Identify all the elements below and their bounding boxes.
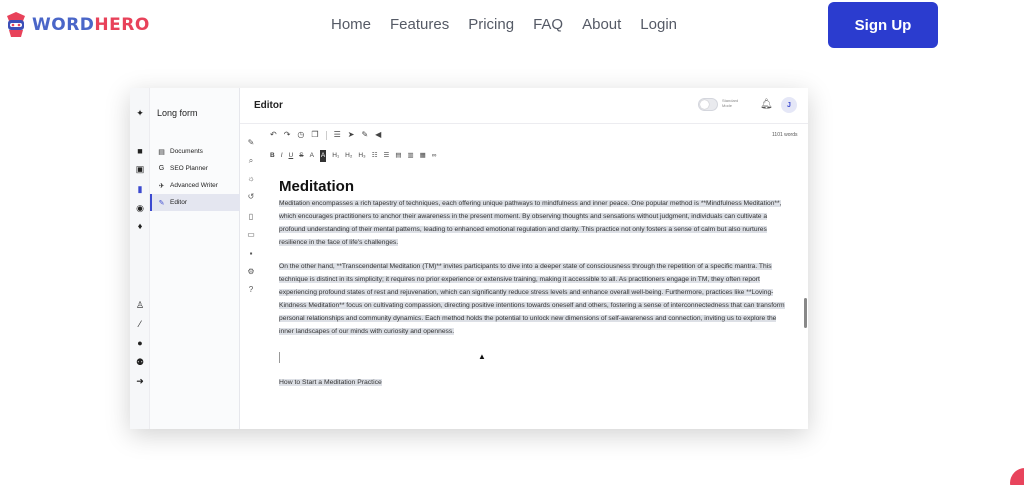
editor-scrollbar[interactable] <box>804 298 807 328</box>
users-icon[interactable]: ⚉ <box>135 357 145 367</box>
italic-button[interactable]: I <box>281 150 283 162</box>
pencil-icon[interactable]: ✎ <box>361 129 368 141</box>
folder-icon[interactable]: ▭ <box>246 230 256 240</box>
document-paragraph: On the other hand, **Transcendental Medi… <box>279 263 785 335</box>
nav-link-home[interactable]: Home <box>331 15 371 35</box>
format-toolbar: B I U S A A H₁ H₂ H₃ ☷ ☰ ▤ ▥ ▦ ∞ <box>270 150 442 162</box>
page-title: Editor <box>254 100 283 111</box>
text-color-button[interactable]: A <box>310 150 314 162</box>
redo-icon[interactable]: ↷ <box>284 129 291 141</box>
megaphone-icon[interactable]: ◀ <box>375 129 381 141</box>
pen-icon: ✎ <box>158 199 165 207</box>
toolbar-divider <box>325 130 327 140</box>
sidebar: Long form ▤ Documents G SEO Planner ✈ Ad… <box>150 88 240 429</box>
microphone-icon[interactable]: ♦ <box>135 221 145 231</box>
logout-icon[interactable]: ➜ <box>135 376 145 386</box>
sidebar-title: Long form <box>157 108 198 118</box>
google-icon: G <box>158 165 165 172</box>
word-count: 1101 words <box>772 132 798 138</box>
nav-link-login[interactable]: Login <box>640 15 677 35</box>
undo-icon[interactable]: ↶ <box>270 129 277 141</box>
sidebar-item-documents[interactable]: ▤ Documents <box>150 143 240 160</box>
mouse-cursor-icon: ▲ <box>478 352 486 361</box>
align-left-icon[interactable]: ▤ <box>395 150 401 162</box>
heading-3-button[interactable]: H₃ <box>358 150 365 162</box>
brand-logo[interactable]: WORDHERO <box>4 10 150 40</box>
document-title: Meditation <box>279 178 354 195</box>
bold-button[interactable]: B <box>270 150 275 162</box>
app-logo-icon: ✦ <box>136 108 144 118</box>
main-nav: Home Features Pricing FAQ About Login <box>331 15 696 35</box>
document-paragraph: Meditation encompasses a rich tapestry o… <box>279 200 782 246</box>
nav-link-features[interactable]: Features <box>390 15 449 35</box>
avatar[interactable]: J <box>781 97 797 113</box>
copy-icon[interactable]: ❐ <box>311 129 318 141</box>
sidebar-item-label: Advanced Writer <box>170 182 218 189</box>
home-icon[interactable]: ■ <box>135 146 145 156</box>
sidebar-item-label: Editor <box>170 199 187 206</box>
mode-toggle-label: Standard Mode <box>722 98 739 108</box>
text-cursor <box>279 352 280 363</box>
editor-tool-column: ✎ ⌕ ☼ ↺ ▯ ▭ ▪ ⚙ ? <box>240 126 262 429</box>
top-navbar: WORDHERO Home Features Pricing FAQ About… <box>0 0 1024 50</box>
editor-document[interactable]: Meditation Meditation encompasses a rich… <box>279 178 791 386</box>
brand-name: WORDHERO <box>32 15 150 35</box>
document-icon[interactable]: ▮ <box>135 184 145 194</box>
palette-icon[interactable]: ◉ <box>135 203 145 213</box>
align-center-icon[interactable]: ▥ <box>408 150 414 162</box>
help-icon[interactable]: ● <box>135 338 145 348</box>
editor-toolbar: ↶ ↷ ◷ ❐ ☰ ➤ ✎ ◀ <box>270 129 388 141</box>
lightbulb-icon[interactable]: ☼ <box>246 174 256 184</box>
person-icon[interactable]: ♙ <box>135 300 145 310</box>
clock-icon[interactable]: ◷ <box>297 129 304 141</box>
hero-mascot-icon <box>7 12 25 37</box>
document-subheading: How to Start a Meditation Practice <box>279 379 382 386</box>
sidebar-item-label: SEO Planner <box>170 165 208 172</box>
underline-button[interactable]: U <box>289 150 294 162</box>
edit-icon[interactable]: ✎ <box>246 138 256 148</box>
heading-1-button[interactable]: H₁ <box>332 150 339 162</box>
highlight-button[interactable]: A <box>319 150 327 162</box>
strikethrough-button[interactable]: S <box>299 150 303 162</box>
sidebar-item-editor[interactable]: ✎ Editor <box>150 194 240 211</box>
magic-wand-icon[interactable]: ⁄ <box>135 319 145 329</box>
nav-link-faq[interactable]: FAQ <box>533 15 563 35</box>
gear-icon[interactable]: ⚙ <box>246 267 256 277</box>
nav-link-about[interactable]: About <box>582 15 621 35</box>
history-icon[interactable]: ↺ <box>246 192 256 202</box>
bell-icon[interactable]: 🔔︎ <box>760 99 773 110</box>
search-icon[interactable]: ⌕ <box>246 156 256 166</box>
send-icon[interactable]: ➤ <box>348 129 355 141</box>
paragraph-spacing <box>279 249 791 260</box>
sidebar-item-seo-planner[interactable]: G SEO Planner <box>150 160 240 177</box>
editor-header: Editor Standard Mode 🔔︎ J <box>240 88 808 124</box>
link-icon[interactable]: ∞ <box>432 150 437 162</box>
nav-link-pricing[interactable]: Pricing <box>468 15 514 35</box>
new-file-icon[interactable]: ▯ <box>246 212 256 222</box>
sign-up-button[interactable]: Sign Up <box>828 2 938 48</box>
save-icon[interactable]: ▪ <box>246 249 256 259</box>
numbered-list-icon[interactable]: ☰ <box>384 150 390 162</box>
chat-icon[interactable]: ▣ <box>135 164 145 174</box>
sidebar-item-advanced-writer[interactable]: ✈ Advanced Writer <box>150 177 240 194</box>
chat-widget-button[interactable] <box>1010 468 1024 485</box>
document-icon: ▤ <box>158 148 165 156</box>
help-icon[interactable]: ? <box>246 285 256 295</box>
rocket-icon: ✈ <box>158 182 165 190</box>
align-right-icon[interactable]: ▦ <box>420 150 426 162</box>
bullet-list-icon[interactable]: ☷ <box>372 150 378 162</box>
heading-2-button[interactable]: H₂ <box>345 150 352 162</box>
app-preview: ✦ ■ ▣ ▮ ◉ ♦ ♙ ⁄ ● ⚉ ➜ Long form ▤ Docume… <box>130 88 808 429</box>
list-icon[interactable]: ☰ <box>334 129 341 141</box>
sidebar-item-label: Documents <box>170 148 203 155</box>
mode-toggle[interactable] <box>698 98 718 111</box>
icon-rail: ✦ ■ ▣ ▮ ◉ ♦ ♙ ⁄ ● ⚉ ➜ <box>130 88 150 429</box>
